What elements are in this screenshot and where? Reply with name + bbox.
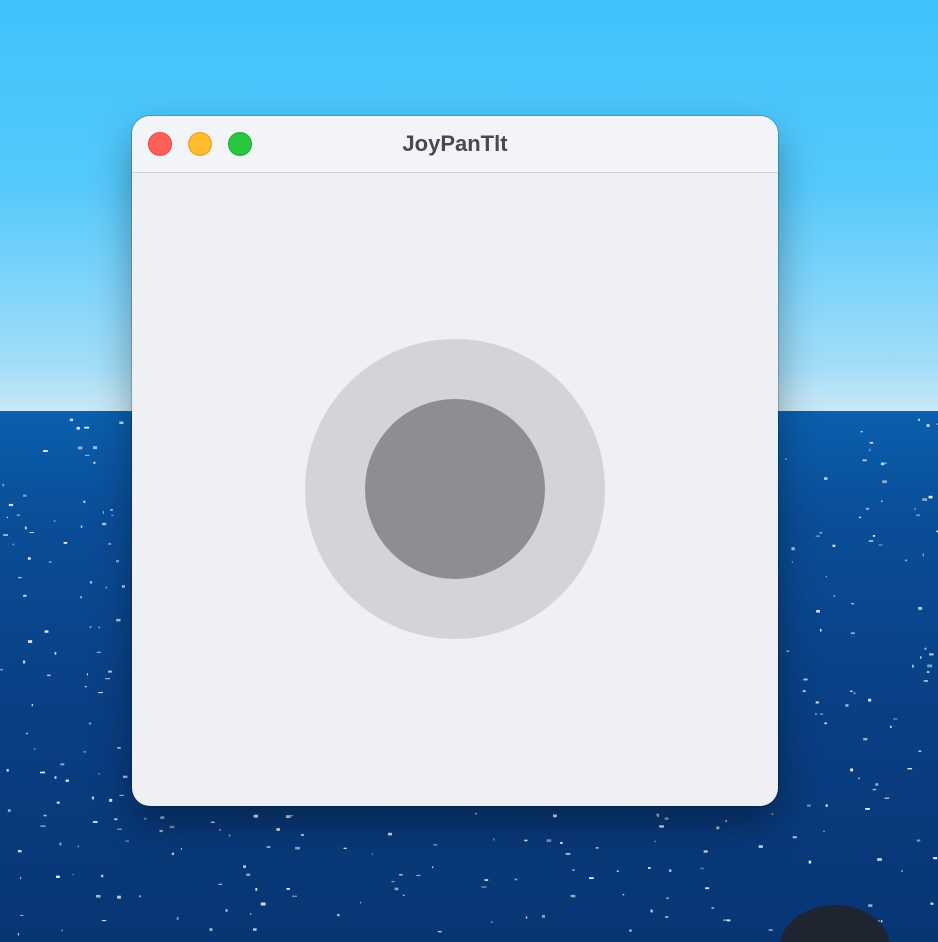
title-bar[interactable]: JoyPanTlt [132, 116, 778, 173]
window-title: JoyPanTlt [402, 131, 508, 156]
window-content [132, 173, 778, 806]
app-window: JoyPanTlt [132, 116, 778, 806]
joystick-knob[interactable] [365, 399, 545, 579]
